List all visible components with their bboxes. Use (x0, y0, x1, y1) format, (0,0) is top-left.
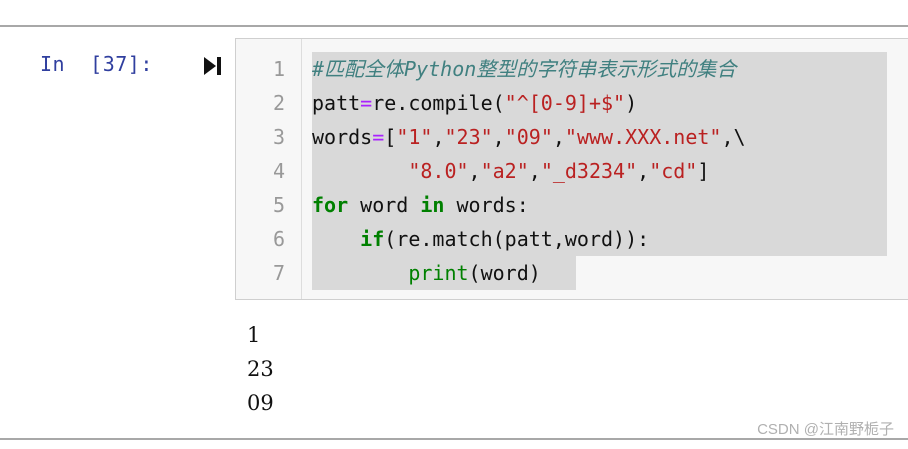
code-token: words (312, 125, 373, 149)
code-token: ,\ (721, 125, 746, 149)
cell-bottom-border (0, 438, 908, 440)
code-token: , (552, 125, 565, 149)
code-token: , (528, 159, 541, 183)
code-token: , (492, 125, 505, 149)
code-line: words=["1","23","09","www.XXX.net",\ (312, 120, 887, 154)
code-keyword: if (360, 227, 385, 251)
code-operator: = (372, 125, 385, 149)
code-string: "23" (444, 125, 493, 149)
code-line: print(word) (312, 256, 576, 290)
code-line: for word in words: (312, 188, 887, 222)
code-line: "8.0","a2","_d3234","cd"] (312, 154, 887, 188)
code-string: "09" (504, 125, 553, 149)
code-string: "_d3234" (540, 159, 638, 183)
code-token: , (432, 125, 445, 149)
code-string: "www.XXX.net" (564, 125, 722, 149)
code-keyword: for (312, 193, 349, 217)
code-builtin: print (408, 261, 469, 285)
watermark: CSDN @江南野栀子 (757, 421, 894, 438)
line-number: 1 (272, 57, 285, 81)
code-token: words: (444, 193, 529, 217)
code-operator: = (360, 91, 373, 115)
input-prompt: In [37]: (40, 52, 153, 76)
code-token: [ (384, 125, 397, 149)
code-string: "8.0" (408, 159, 469, 183)
code-token: ] (697, 159, 710, 183)
output-line: 23 (247, 357, 274, 381)
code-keyword: in (420, 193, 445, 217)
code-comment: #匹配全体Python整型的字符串表示形式的集合 (312, 57, 737, 81)
code-string: "^[0-9]+$" (504, 91, 626, 115)
code-cell[interactable]: 1 2 3 4 5 6 7 #匹配全体Python整型的字符串表示形式的集合 p… (235, 38, 908, 300)
code-line: if(re.match(patt,word)): (312, 222, 887, 256)
code-token: re.compile( (372, 91, 505, 115)
line-number: 7 (272, 261, 285, 285)
code-string: "cd" (649, 159, 698, 183)
code-token: patt (312, 91, 361, 115)
code-line: patt=re.compile("^[0-9]+$") (312, 86, 887, 120)
cell-output: 1 23 09 (247, 318, 274, 420)
run-cell-icon[interactable] (202, 55, 224, 77)
line-number-gutter: 1 2 3 4 5 6 7 (236, 39, 302, 299)
code-token: (word) (468, 261, 541, 285)
code-line: #匹配全体Python整型的字符串表示形式的集合 (312, 52, 887, 86)
line-number: 6 (272, 227, 285, 251)
code-string: "a2" (480, 159, 529, 183)
code-string: "1" (396, 125, 433, 149)
code-token: (re.match(patt,word)): (384, 227, 650, 251)
output-line: 09 (247, 391, 274, 415)
code-token: ) (625, 91, 638, 115)
code-token: word (348, 193, 421, 217)
code-token: , (468, 159, 481, 183)
line-number: 3 (272, 125, 285, 149)
output-line: 1 (247, 323, 261, 347)
cell-top-border (0, 25, 908, 27)
line-number: 4 (272, 159, 285, 183)
code-token: , (637, 159, 650, 183)
line-number: 2 (272, 91, 285, 115)
line-number: 5 (272, 193, 285, 217)
